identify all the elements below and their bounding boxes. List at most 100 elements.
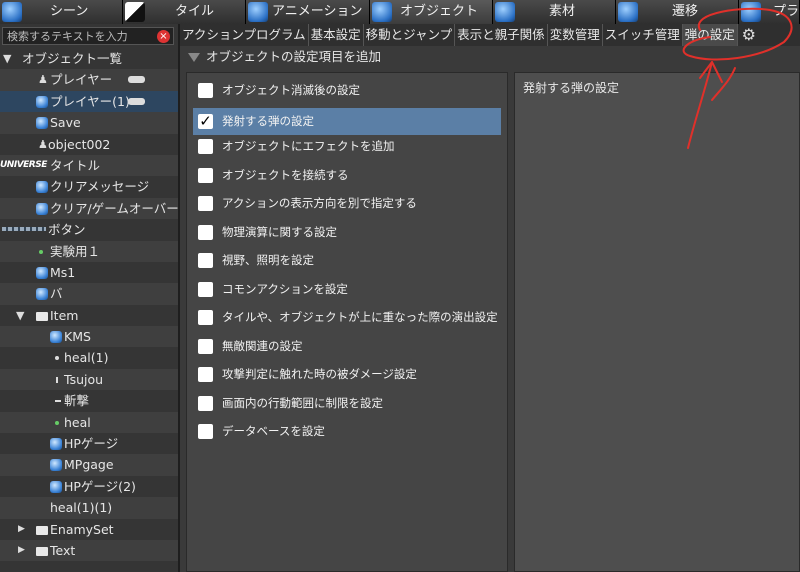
checkbox[interactable] bbox=[198, 310, 213, 325]
clear-search-icon[interactable]: × bbox=[157, 30, 170, 43]
checkbox[interactable] bbox=[198, 367, 213, 382]
option-item[interactable]: オブジェクトにエフェクトを追加 bbox=[193, 133, 501, 160]
option-item[interactable]: タイルや、オブジェクトが上に重なった際の演出設定 bbox=[193, 304, 501, 331]
tab-label: 素材 bbox=[549, 4, 576, 19]
checkbox[interactable] bbox=[198, 139, 213, 154]
gamepad-icon bbox=[128, 97, 145, 105]
option-item-selected[interactable]: ✓ 発射する弾の設定 bbox=[193, 108, 501, 135]
tree-folder[interactable]: ▶ EnamySet bbox=[0, 519, 178, 540]
checkbox[interactable] bbox=[198, 253, 213, 268]
tab-label: オブジェクト bbox=[400, 4, 479, 19]
dot-icon bbox=[39, 249, 43, 254]
option-item[interactable]: オブジェクトを接続する bbox=[193, 162, 501, 189]
option-item[interactable]: 視野、照明を設定 bbox=[193, 247, 501, 274]
checkbox[interactable] bbox=[198, 395, 213, 411]
option-item[interactable]: データベースを設定 bbox=[193, 418, 501, 445]
option-label: アクションの表示方向を別で指定する bbox=[222, 196, 417, 210]
dot-icon bbox=[55, 420, 59, 425]
tab-tile[interactable]: タイル bbox=[123, 0, 246, 24]
section-header[interactable]: オブジェクトの設定項目を追加 bbox=[184, 48, 381, 66]
option-label: オブジェクトを接続する bbox=[222, 167, 349, 182]
tab-plugin[interactable]: プラ bbox=[739, 0, 800, 24]
tree-folder[interactable]: ▼ Item bbox=[0, 305, 178, 326]
tree-item[interactable]: 実験用１ bbox=[0, 240, 178, 262]
tree-item[interactable]: Ms1 bbox=[0, 262, 178, 283]
tree-item[interactable]: ♟ object002 bbox=[0, 134, 178, 155]
object-tree: ▼ オブジェクト一覧 ♟ プレイヤー プレイヤー(1) Save ♟ objec… bbox=[0, 48, 179, 562]
tab-transition[interactable]: 遷移 bbox=[616, 0, 739, 24]
tree-item[interactable]: UNIVERSE タイトル bbox=[0, 154, 178, 177]
tab-bullet-settings[interactable]: 弾の設定 bbox=[682, 24, 738, 46]
checkbox[interactable] bbox=[198, 167, 213, 183]
tree-item[interactable]: HPゲージ(2) bbox=[0, 476, 178, 497]
tab-label: アニメーション bbox=[272, 4, 363, 19]
dot-icon bbox=[55, 356, 59, 361]
object-icon bbox=[50, 480, 62, 493]
tab-label: プラ bbox=[773, 4, 800, 19]
tree-item[interactable]: KMS bbox=[0, 326, 178, 348]
tree-item[interactable]: heal bbox=[0, 411, 178, 434]
tree-item[interactable]: バ bbox=[0, 283, 178, 305]
option-item[interactable]: 無敵関連の設定 bbox=[193, 333, 501, 360]
tree-item-label: Item bbox=[50, 307, 79, 323]
checkbox[interactable] bbox=[198, 424, 213, 439]
tree-item-label: KMS bbox=[64, 329, 91, 345]
tree-item[interactable]: MPgage bbox=[0, 454, 178, 476]
tree-item-label: クリア/ゲームオーバー bbox=[50, 200, 179, 216]
tab-animation[interactable]: アニメーション bbox=[246, 0, 370, 24]
search-box: × bbox=[2, 27, 174, 45]
checkbox-checked[interactable]: ✓ bbox=[198, 114, 213, 129]
tree-item[interactable]: クリア/ゲームオーバー bbox=[0, 197, 179, 220]
tree-item[interactable]: ♟ プレイヤー bbox=[0, 69, 178, 91]
tree-item[interactable]: Tsujou bbox=[0, 368, 178, 391]
collapse-triangle-icon[interactable] bbox=[188, 53, 200, 62]
tab-switches[interactable]: スイッチ管理 bbox=[603, 24, 683, 46]
option-label: タイルや、オブジェクトが上に重なった際の演出設定 bbox=[222, 310, 498, 324]
tree-item[interactable]: クリアメッセージ bbox=[0, 176, 178, 197]
object-icon bbox=[36, 117, 48, 130]
folder-icon bbox=[36, 311, 48, 321]
tree-item[interactable]: 斬撃 bbox=[0, 390, 178, 411]
tree-item[interactable]: Save bbox=[0, 112, 178, 134]
tab-basic-settings[interactable]: 基本設定 bbox=[309, 24, 364, 46]
tree-item-label: オブジェクト一覧 bbox=[22, 51, 123, 66]
caret-down-icon[interactable]: ▼ bbox=[3, 48, 11, 69]
gear-icon[interactable]: ⚙ bbox=[740, 26, 758, 44]
tab-display-parent[interactable]: 表示と親子関係 bbox=[455, 24, 548, 46]
tree-item-selected[interactable]: プレイヤー(1) bbox=[0, 90, 178, 113]
option-label: コモンアクションを設定 bbox=[222, 281, 348, 296]
tree-item[interactable]: heal(1) bbox=[0, 347, 178, 368]
option-item[interactable]: 物理演算に関する設定 bbox=[193, 219, 501, 246]
checkbox[interactable] bbox=[198, 224, 213, 240]
option-item[interactable]: オブジェクト消滅後の設定 bbox=[193, 77, 501, 104]
tab-scene[interactable]: シーン bbox=[0, 0, 123, 24]
caret-right-icon[interactable]: ▶ bbox=[18, 540, 25, 561]
option-item[interactable]: アクションの表示方向を別で指定する bbox=[193, 190, 501, 217]
checkbox[interactable] bbox=[198, 281, 213, 297]
tab-variables[interactable]: 変数管理 bbox=[548, 24, 603, 46]
tree-item-label: Save bbox=[50, 115, 81, 131]
tree-folder[interactable]: ▶ Text bbox=[0, 539, 178, 562]
tree-item[interactable]: heal(1)(1) bbox=[0, 497, 178, 519]
search-input[interactable] bbox=[7, 28, 153, 44]
option-item[interactable]: コモンアクションを設定 bbox=[193, 276, 501, 303]
universe-logo: UNIVERSE bbox=[0, 159, 47, 170]
tree-item[interactable]: ボタン bbox=[0, 219, 178, 240]
caret-down-icon[interactable]: ▼ bbox=[16, 305, 24, 326]
tab-material[interactable]: 素材 bbox=[493, 0, 616, 24]
checkbox[interactable] bbox=[198, 83, 213, 98]
caret-right-icon[interactable]: ▶ bbox=[18, 519, 25, 540]
tab-object[interactable]: オブジェクト bbox=[370, 0, 493, 24]
checkbox[interactable] bbox=[198, 338, 213, 354]
tab-move-jump[interactable]: 移動とジャンプ bbox=[364, 24, 456, 46]
material-icon bbox=[495, 2, 515, 22]
tree-root[interactable]: ▼ オブジェクト一覧 bbox=[0, 48, 178, 69]
option-item[interactable]: 攻撃判定に触れた時の被ダメージ設定 bbox=[193, 361, 501, 388]
option-item[interactable]: 画面内の行動範囲に制限を設定 bbox=[193, 390, 501, 417]
top-tab-bar: シーン タイル アニメーション オブジェクト 素材 遷移 プラ bbox=[0, 0, 800, 24]
object-icon bbox=[36, 266, 48, 279]
checkbox[interactable] bbox=[198, 196, 213, 211]
tree-item[interactable]: HPゲージ bbox=[0, 433, 178, 454]
option-label: オブジェクトにエフェクトを追加 bbox=[222, 139, 395, 153]
tab-action-program[interactable]: アクションプログラム bbox=[180, 24, 309, 46]
